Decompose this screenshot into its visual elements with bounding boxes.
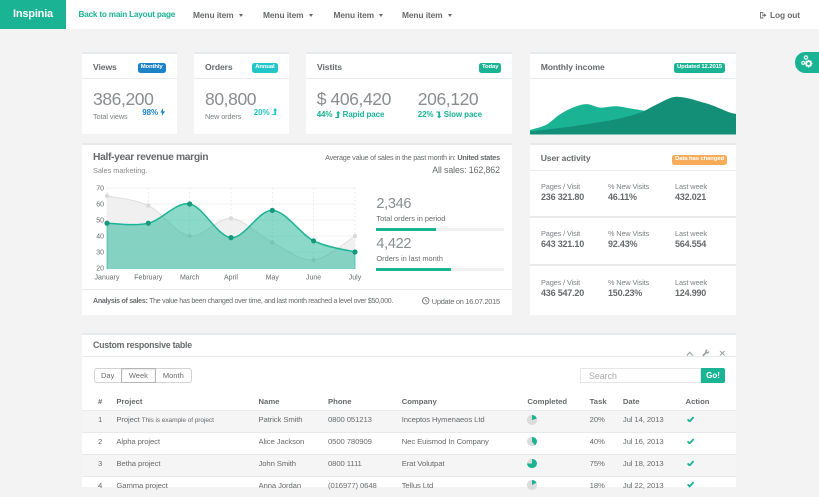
svg-text:60: 60 bbox=[96, 201, 104, 208]
svg-text:May: May bbox=[266, 274, 280, 281]
svg-text:50: 50 bbox=[96, 217, 104, 224]
svg-text:June: June bbox=[306, 274, 321, 281]
svg-text:July: July bbox=[349, 274, 362, 281]
svg-text:20: 20 bbox=[96, 265, 104, 272]
svg-text:April: April bbox=[224, 274, 238, 281]
svg-text:40: 40 bbox=[96, 233, 104, 240]
svg-text:70: 70 bbox=[96, 185, 104, 192]
svg-text:February: February bbox=[134, 274, 163, 281]
svg-text:30: 30 bbox=[96, 249, 104, 256]
svg-text:March: March bbox=[180, 274, 200, 281]
svg-text:January: January bbox=[95, 274, 120, 281]
